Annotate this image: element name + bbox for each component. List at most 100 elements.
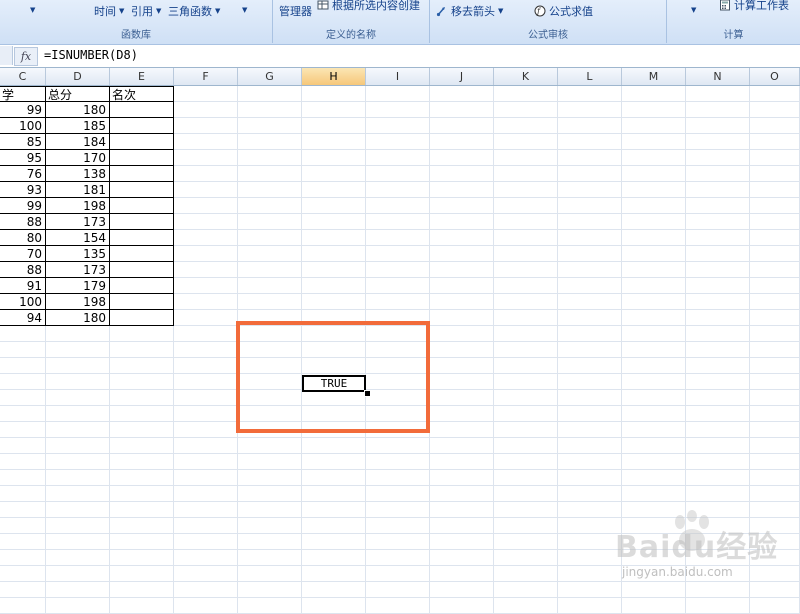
cell-d[interactable]: 173: [46, 262, 110, 278]
cell-o[interactable]: [750, 310, 800, 326]
cell-e[interactable]: [110, 102, 174, 118]
cell-m[interactable]: [622, 438, 686, 454]
cell-c[interactable]: [0, 454, 46, 470]
cell-k[interactable]: [494, 262, 558, 278]
cell-g[interactable]: [238, 486, 302, 502]
cell-c[interactable]: [0, 358, 46, 374]
cell-e[interactable]: [110, 534, 174, 550]
cell-g[interactable]: [238, 246, 302, 262]
cell-m[interactable]: [622, 326, 686, 342]
cell-l[interactable]: [558, 358, 622, 374]
cell-k[interactable]: [494, 518, 558, 534]
cell-f[interactable]: [174, 294, 238, 310]
cell-k[interactable]: [494, 294, 558, 310]
cell-c[interactable]: [0, 566, 46, 582]
cell-l[interactable]: [558, 294, 622, 310]
cell-g[interactable]: [238, 102, 302, 118]
cell-o[interactable]: [750, 278, 800, 294]
cell-l[interactable]: [558, 310, 622, 326]
cell-k[interactable]: [494, 470, 558, 486]
cell-d[interactable]: [46, 326, 110, 342]
cell-f[interactable]: [174, 278, 238, 294]
cell-c[interactable]: [0, 374, 46, 390]
cell-d[interactable]: 170: [46, 150, 110, 166]
cell-d[interactable]: [46, 550, 110, 566]
cell-e[interactable]: [110, 342, 174, 358]
cell-k[interactable]: [494, 342, 558, 358]
cell-m[interactable]: [622, 134, 686, 150]
cell-j[interactable]: [430, 246, 494, 262]
cell-o[interactable]: [750, 470, 800, 486]
cell-l[interactable]: [558, 598, 622, 614]
cell-d[interactable]: 198: [46, 294, 110, 310]
cell-j[interactable]: [430, 390, 494, 406]
chevron-down-icon[interactable]: ▼: [30, 6, 35, 14]
cell-o[interactable]: [750, 86, 800, 102]
cell-m[interactable]: [622, 230, 686, 246]
cell-l[interactable]: [558, 374, 622, 390]
cell-g[interactable]: [238, 438, 302, 454]
cell-g[interactable]: [238, 150, 302, 166]
cell-d[interactable]: [46, 342, 110, 358]
cell-g[interactable]: [238, 550, 302, 566]
cell-n[interactable]: [686, 598, 750, 614]
column-header-l[interactable]: L: [558, 68, 622, 85]
cell-m[interactable]: [622, 358, 686, 374]
cell-j[interactable]: [430, 438, 494, 454]
cell-m[interactable]: [622, 278, 686, 294]
cell-f[interactable]: [174, 214, 238, 230]
cell-k[interactable]: [494, 150, 558, 166]
cell-d[interactable]: 184: [46, 134, 110, 150]
cell-d[interactable]: 总分: [46, 86, 110, 102]
cell-e[interactable]: [110, 502, 174, 518]
cell-g[interactable]: [238, 566, 302, 582]
cell-n[interactable]: [686, 182, 750, 198]
column-header-k[interactable]: K: [494, 68, 558, 85]
create-from-selection-button[interactable]: 根据所选内容创建: [317, 0, 420, 13]
cell-m[interactable]: [622, 182, 686, 198]
cell-k[interactable]: [494, 214, 558, 230]
cell-n[interactable]: [686, 390, 750, 406]
cell-f[interactable]: [174, 438, 238, 454]
cell-c[interactable]: 70: [0, 246, 46, 262]
cell-c[interactable]: 80: [0, 230, 46, 246]
cell-i[interactable]: [366, 166, 430, 182]
cell-f[interactable]: [174, 406, 238, 422]
cell-j[interactable]: [430, 150, 494, 166]
cell-f[interactable]: [174, 374, 238, 390]
cell-f[interactable]: [174, 118, 238, 134]
cell-c[interactable]: 95: [0, 150, 46, 166]
cell-k[interactable]: [494, 598, 558, 614]
cell-d[interactable]: [46, 582, 110, 598]
cell-l[interactable]: [558, 342, 622, 358]
cell-i[interactable]: [366, 566, 430, 582]
math-function-button[interactable]: 三角函数 ▼: [168, 3, 220, 19]
column-header-i[interactable]: I: [366, 68, 430, 85]
cell-f[interactable]: [174, 422, 238, 438]
cell-n[interactable]: [686, 198, 750, 214]
cell-c[interactable]: 学: [0, 86, 46, 102]
column-header-o[interactable]: O: [750, 68, 800, 85]
cell-f[interactable]: [174, 150, 238, 166]
cell-c[interactable]: 76: [0, 166, 46, 182]
cell-l[interactable]: [558, 86, 622, 102]
cell-f[interactable]: [174, 358, 238, 374]
cell-m[interactable]: [622, 198, 686, 214]
cell-d[interactable]: [46, 598, 110, 614]
cell-m[interactable]: [622, 486, 686, 502]
cell-c[interactable]: [0, 502, 46, 518]
cell-o[interactable]: [750, 166, 800, 182]
cell-k[interactable]: [494, 390, 558, 406]
cell-m[interactable]: [622, 118, 686, 134]
cell-c[interactable]: 88: [0, 262, 46, 278]
cell-l[interactable]: [558, 150, 622, 166]
cell-o[interactable]: [750, 454, 800, 470]
cell-k[interactable]: [494, 406, 558, 422]
cell-o[interactable]: [750, 150, 800, 166]
cell-f[interactable]: [174, 342, 238, 358]
cell-j[interactable]: [430, 518, 494, 534]
name-manager-button[interactable]: 管理器: [279, 3, 312, 19]
cell-d[interactable]: [46, 390, 110, 406]
cell-e[interactable]: [110, 134, 174, 150]
cell-j[interactable]: [430, 550, 494, 566]
